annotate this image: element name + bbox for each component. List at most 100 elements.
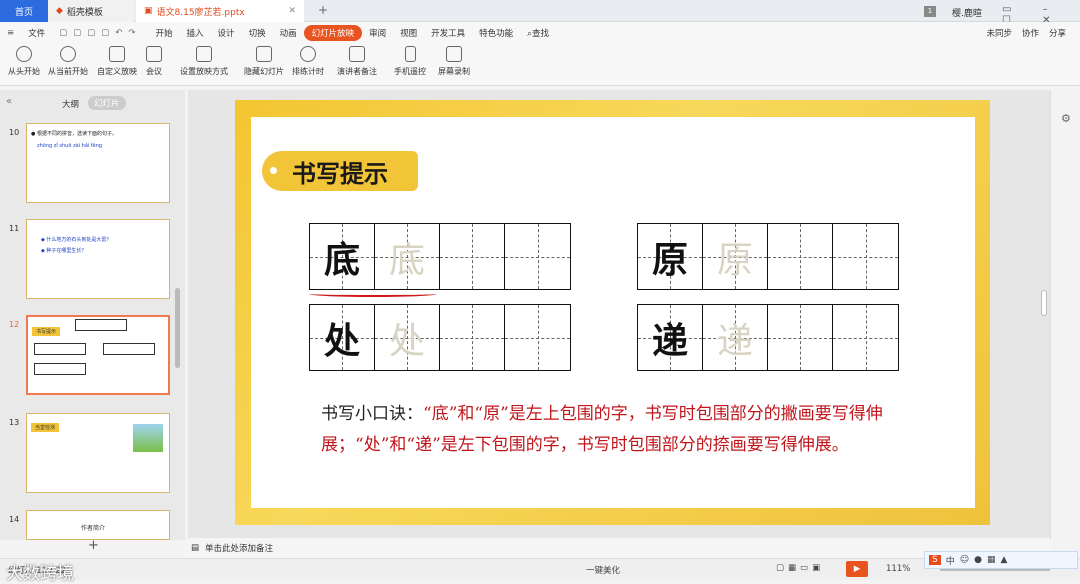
tab-docer-templates[interactable]: ◆ 稻壳模板 — [48, 0, 134, 22]
rhyme-lead: 书写小口诀： — [321, 404, 423, 424]
slide-title[interactable]: 书写提示 — [262, 151, 418, 191]
tab-home[interactable]: 首页 — [0, 0, 48, 22]
skin-icon: ▲ — [1000, 555, 1008, 565]
collab-button[interactable]: 协作 — [1022, 27, 1039, 39]
play-slideshow-icon[interactable]: ▶ — [846, 561, 868, 577]
timer-icon — [300, 46, 316, 62]
outline-tab[interactable]: 大纲 — [62, 98, 79, 110]
play-from-current-button[interactable]: 从当前开始 — [48, 46, 88, 77]
new-tab-icon[interactable]: + — [318, 3, 328, 17]
meeting-button[interactable]: 会议 — [146, 46, 162, 77]
char-model: 处 — [323, 319, 360, 362]
grid-cell: 底 — [375, 224, 440, 289]
share-button[interactable]: 分享 — [1049, 27, 1066, 39]
record-icon — [446, 46, 462, 62]
meeting-icon — [146, 46, 162, 62]
zoom-slider[interactable] — [940, 569, 1050, 571]
add-slide-icon[interactable]: + — [88, 538, 99, 553]
writing-grid-di2[interactable]: 递 递 — [637, 304, 899, 371]
menu-developer[interactable]: 开发工具 — [424, 25, 472, 41]
properties-icon[interactable]: ⚙ — [1061, 112, 1071, 125]
hide-slide-button[interactable]: 隐藏幻灯片 — [244, 46, 284, 77]
slide-thumbnail-11[interactable]: ◆ 什么地方的石头到处是大雷？ ◆ 种子在哪里生长？ — [26, 219, 170, 299]
thumb-text: ◆ 什么地方的石头到处是大雷？ — [41, 237, 112, 243]
notes-bar[interactable]: ▤ 单击此处添加备注 — [185, 538, 1050, 558]
slides-tab[interactable]: 幻灯片 — [88, 96, 126, 110]
grid-cell — [505, 305, 570, 370]
phone-remote-button[interactable]: 手机遥控 — [394, 46, 426, 77]
user-name[interactable]: 樱.鹿暄 — [952, 6, 982, 19]
grid-cell: 递 — [638, 305, 703, 370]
screen-record-button[interactable]: 屏幕录制 — [438, 46, 470, 77]
grid-cell — [833, 224, 898, 289]
menu-slideshow[interactable]: 幻灯片放映 — [303, 25, 363, 41]
rehearse-timing-button[interactable]: 排练计时 — [292, 46, 324, 77]
slide-thumbnail-12[interactable]: 书写提示 — [26, 315, 170, 395]
canvas-scrollbar[interactable] — [1041, 290, 1047, 316]
slide-12[interactable]: 书写提示 底 底 原 原 处 处 递 递 书写小口诀：“底”和“原”是左上包围的… — [235, 100, 990, 525]
zoom-level[interactable]: 111% — [886, 564, 910, 574]
setup-icon — [196, 46, 212, 62]
grid-cell — [833, 305, 898, 370]
menu-view[interactable]: 视图 — [393, 25, 424, 41]
char-model: 递 — [651, 319, 688, 362]
menu-animation[interactable]: 动画 — [273, 25, 304, 41]
notification-badge[interactable]: 1 — [924, 6, 936, 17]
menu-bar: ≡ 文件 ▢▢▢▢↶↷ 开始 插入 设计 切换 动画 幻灯片放映 审阅 视图 开… — [0, 22, 1080, 44]
hide-slide-icon — [256, 46, 272, 62]
play-from-start-label: 从头开始 — [8, 67, 40, 76]
close-tab-icon[interactable]: ✕ — [288, 6, 296, 16]
presenter-notes-button[interactable]: 演讲者备注 — [337, 46, 377, 77]
menu-insert[interactable]: 插入 — [180, 25, 211, 41]
char-model: 原 — [651, 238, 688, 281]
sync-status[interactable]: 未同步 — [986, 27, 1012, 39]
slide-thumbnail-13[interactable]: 当堂检测 — [26, 413, 170, 493]
quick-access-icons[interactable]: ▢▢▢▢↶↷ — [52, 26, 148, 40]
beautify-button[interactable]: 一键美化 — [586, 564, 620, 576]
menu-review[interactable]: 审阅 — [362, 25, 393, 41]
thumb-text: zhōng zǐ shuō zài hǎi fēng — [37, 143, 103, 149]
thumb-text: 书写提示 — [32, 327, 61, 336]
slide-thumbnail-10[interactable]: ● 根据不同的拼音，选读下面的句子。 zhōng zǐ shuō zài hǎi… — [26, 123, 170, 203]
grid-cell: 原 — [638, 224, 703, 289]
slide-number: 13 — [9, 418, 20, 427]
menu-file[interactable]: 文件 — [21, 25, 52, 41]
tab-document[interactable]: ▣ 语文8.15廖芷若.pptx ✕ — [136, 0, 304, 22]
menu-home[interactable]: 开始 — [149, 25, 180, 41]
thumb-grid — [34, 343, 86, 355]
char-trace: 原 — [716, 239, 753, 281]
slide-number: 14 — [9, 515, 20, 524]
menu-design[interactable]: 设计 — [211, 25, 242, 41]
rehearse-label: 排练计时 — [292, 67, 324, 76]
setup-show-label: 设置放映方式 — [180, 67, 228, 76]
menu-features[interactable]: 特色功能 — [472, 25, 520, 41]
watermark: 大数跨境 — [6, 564, 74, 584]
custom-show-button[interactable]: 自定义放映 — [97, 46, 137, 77]
slide-thumbnail-14[interactable]: 作者简介 — [26, 510, 170, 540]
grid-cell — [768, 224, 833, 289]
view-mode-icons[interactable]: ▢▦▭▣ — [776, 563, 824, 573]
slide-number: 11 — [9, 224, 20, 233]
panel-scrollbar[interactable] — [175, 288, 180, 368]
writing-grid-chu[interactable]: 处 处 — [309, 304, 571, 371]
menu-search[interactable]: ⌕查找 — [520, 25, 556, 41]
char-model: 底 — [323, 238, 360, 281]
sogou-icon: S — [929, 555, 941, 565]
notes-placeholder: 单击此处添加备注 — [205, 544, 274, 554]
hamburger-icon[interactable]: ≡ — [0, 26, 21, 40]
grid-cell — [768, 305, 833, 370]
grid-cell — [440, 305, 505, 370]
slide-number: 12 — [9, 320, 20, 329]
grid-cell: 原 — [703, 224, 768, 289]
setup-show-button[interactable]: 设置放映方式 — [180, 46, 228, 77]
collapse-panel-icon[interactable]: « — [6, 96, 12, 107]
play-from-start-button[interactable]: 从头开始 — [8, 46, 40, 77]
writing-grid-di[interactable]: 底 底 — [309, 223, 571, 290]
tab-bar: 首页 ◆ 稻壳模板 ▣ 语文8.15廖芷若.pptx ✕ + 1 樱.鹿暄 ▭ – ☐… — [0, 0, 1080, 26]
custom-show-label: 自定义放映 — [97, 67, 137, 76]
menu-transition[interactable]: 切换 — [242, 25, 273, 41]
writing-rhyme[interactable]: 书写小口诀：“底”和“原”是左上包围的字，书写时包围部分的撇画要写得伸展；“处”… — [321, 399, 961, 461]
writing-grid-yuan[interactable]: 原 原 — [637, 223, 899, 290]
play-from-current-label: 从当前开始 — [48, 67, 88, 76]
ime-toolbar[interactable]: S 中 ☺ ● ▦ ▲ — [924, 551, 1078, 569]
